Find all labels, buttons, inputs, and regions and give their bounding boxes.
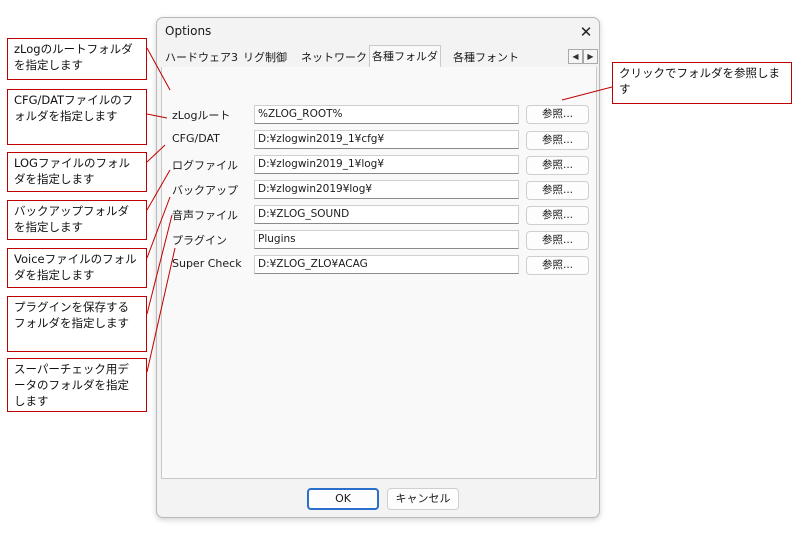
leader-voice	[146, 196, 171, 259]
leader-plugin	[146, 214, 173, 315]
leader-browse	[561, 86, 613, 101]
leader-log-file	[146, 144, 166, 163]
leader-backup	[146, 169, 171, 211]
callout-zlog-root: zLogのルートフォルダを指定します	[7, 38, 147, 80]
callout-plugin: プラグインを保存するフォルダを指定します	[7, 296, 147, 352]
callout-voice: Voiceファイルのフォルダを指定します	[7, 248, 147, 288]
callout-super-check: スーパーチェック用データのフォルダを指定します	[7, 358, 147, 412]
callout-cfg-dat: CFG/DATファイルのフォルダを指定します	[7, 89, 147, 145]
leader-super-check	[146, 247, 176, 373]
leader-zlog-root	[146, 47, 171, 91]
leader-cfg-dat	[146, 113, 168, 119]
callout-log-file: LOGファイルのフォルダを指定します	[7, 152, 147, 192]
callout-browse: クリックでフォルダを参照します	[612, 62, 792, 104]
callout-backup: バックアップフォルダを指定します	[7, 200, 147, 240]
